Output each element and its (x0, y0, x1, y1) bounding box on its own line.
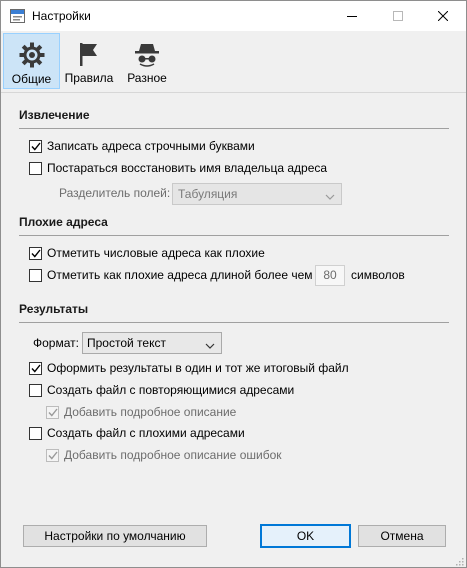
title-bar: Настройки (1, 1, 466, 31)
dup-desc-label: Добавить подробное описание (64, 405, 237, 419)
settings-window: Настройки Общие Правила Разное Извлечени… (0, 0, 467, 568)
single-file-checkbox[interactable]: Оформить результаты в один и тот же итог… (29, 360, 349, 376)
toolbar-divider (1, 92, 466, 93)
numeric-bad-label: Отметить числовые адреса как плохие (47, 246, 265, 260)
dup-desc-checkbox: Добавить подробное описание (46, 404, 236, 420)
bad-file-label: Создать файл с плохими адресами (47, 426, 245, 440)
resize-grip-icon[interactable] (454, 555, 464, 566)
cancel-button[interactable]: Отмена (358, 525, 446, 547)
checkbox-box[interactable] (29, 383, 42, 397)
window-title: Настройки (32, 9, 91, 23)
lowercase-label: Записать адреса строчными буквами (47, 139, 255, 153)
checkbox-box[interactable] (29, 139, 42, 153)
format-value: Простой текст (87, 336, 166, 350)
format-label: Формат: (33, 336, 79, 350)
extraction-section-title: Извлечение (19, 108, 90, 122)
toolbar: Общие Правила Разное (1, 31, 466, 91)
maximize-icon (393, 11, 403, 21)
tab-general[interactable]: Общие (3, 33, 60, 89)
bad-section-line (19, 235, 449, 236)
bad-desc-checkbox: Добавить подробное описание ошибок (46, 447, 282, 463)
minimize-icon (347, 16, 357, 17)
restore-owner-label: Постараться восстановить имя владельца а… (47, 161, 328, 175)
maximize-button[interactable] (375, 1, 421, 31)
checkbox-box[interactable] (29, 361, 42, 375)
checkbox-box[interactable] (29, 246, 42, 260)
format-select[interactable]: Простой текст (82, 332, 222, 354)
tab-general-label: Общие (11, 72, 52, 86)
app-icon (10, 9, 25, 23)
separator-label: Разделитель полей: (59, 186, 171, 200)
check-icon (47, 408, 58, 417)
flag-icon (77, 42, 101, 66)
separator-value: Табуляция (178, 187, 238, 201)
close-button[interactable] (420, 1, 466, 31)
spy-icon (134, 42, 160, 67)
dup-file-checkbox[interactable]: Создать файл с повторяющимися адресами (29, 382, 294, 398)
defaults-button[interactable]: Настройки по умолчанию (23, 525, 207, 547)
length-input: 80 (315, 265, 345, 286)
numeric-bad-checkbox[interactable]: Отметить числовые адреса как плохие (29, 245, 265, 261)
bad-file-checkbox[interactable]: Создать файл с плохими адресами (29, 425, 245, 441)
chevron-down-icon (205, 339, 215, 353)
results-section-title: Результаты (19, 302, 89, 316)
ok-button[interactable]: OK (260, 524, 351, 548)
tab-rules[interactable]: Правила (63, 33, 115, 89)
bad-section-title: Плохие адреса (19, 215, 108, 229)
results-section-line (19, 322, 449, 323)
single-file-label: Оформить результаты в один и тот же итог… (47, 361, 349, 375)
check-icon (47, 451, 58, 460)
extraction-section-line (19, 128, 449, 129)
lowercase-checkbox[interactable]: Записать адреса строчными буквами (29, 138, 255, 154)
close-icon (438, 11, 448, 21)
check-icon (30, 249, 41, 258)
check-icon (30, 364, 41, 373)
length-bad-checkbox[interactable]: Отметить как плохие адреса длиной более … (29, 267, 313, 283)
checkbox-box[interactable] (29, 426, 42, 440)
gear-icon (19, 42, 45, 68)
bad-desc-label: Добавить подробное описание ошибок (64, 448, 282, 462)
tab-rules-label: Правила (64, 71, 114, 85)
length-unit-label: символов (351, 268, 405, 282)
length-bad-label: Отметить как плохие адреса длиной более … (47, 268, 313, 282)
minimize-button[interactable] (329, 1, 375, 31)
checkbox-box[interactable] (29, 268, 42, 282)
dup-file-label: Создать файл с повторяющимися адресами (47, 383, 295, 397)
chevron-down-icon (325, 190, 335, 204)
checkbox-box[interactable] (29, 161, 42, 175)
separator-select: Табуляция (172, 183, 342, 205)
checkbox-box (46, 405, 59, 419)
restore-owner-checkbox[interactable]: Постараться восстановить имя владельца а… (29, 160, 327, 176)
tab-misc-label: Разное (127, 71, 167, 85)
checkbox-box (46, 448, 59, 462)
tab-misc[interactable]: Разное (121, 33, 173, 89)
check-icon (30, 142, 41, 151)
